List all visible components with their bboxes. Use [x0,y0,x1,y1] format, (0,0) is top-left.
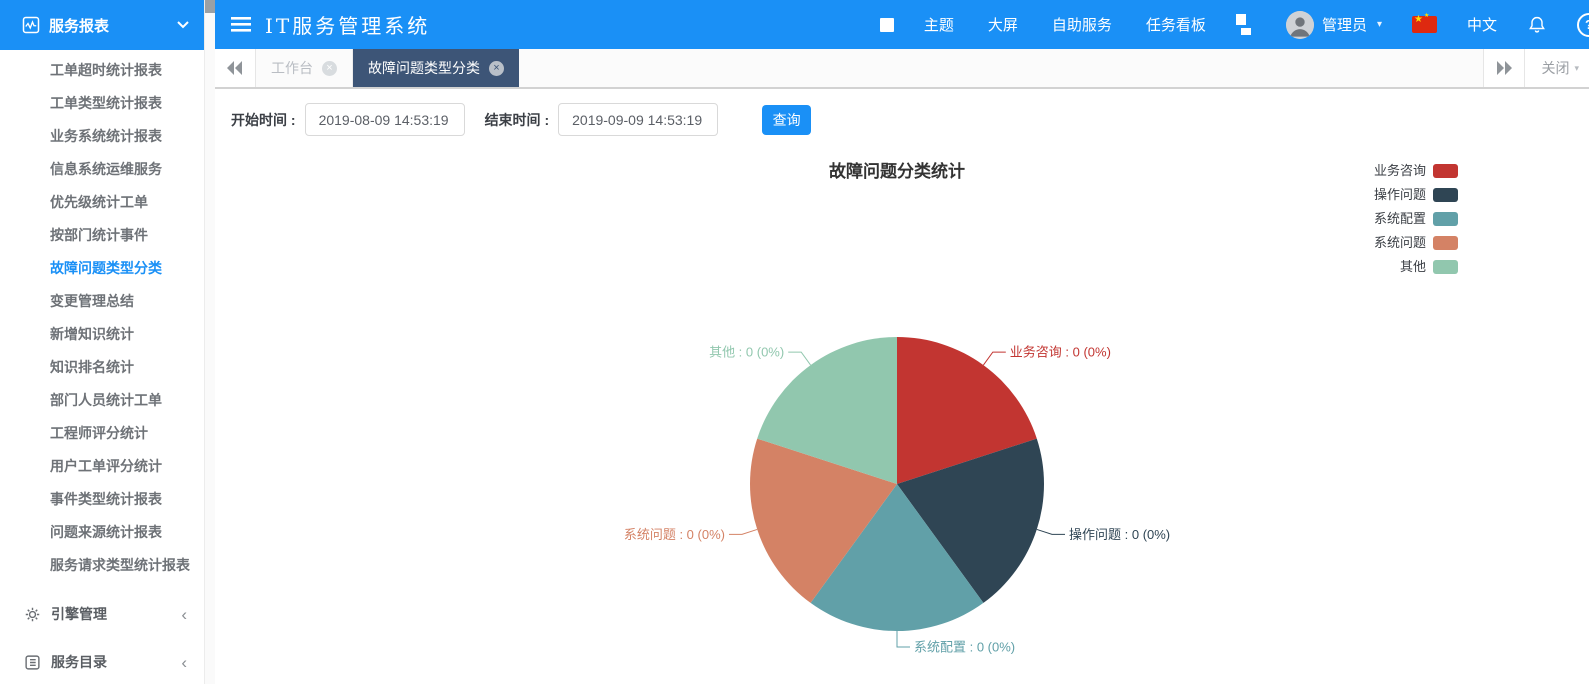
end-time-label: 结束时间 : [485,110,550,130]
close-tabs-label: 关闭 [1541,58,1569,78]
legend-swatch-2[interactable] [1433,212,1458,226]
help-icon[interactable]: ? [1577,13,1589,37]
pie-label-1: 操作问题 : 0 (0%) [1069,527,1170,542]
sidebar-item-10[interactable]: 部门人员统计工单 [0,384,205,417]
sidebar-item-9[interactable]: 知识排名统计 [0,351,205,384]
sidebar-section-engine[interactable]: 引擎管理 ‹ [0,594,205,634]
sidebar-section-label: 引擎管理 [51,604,107,624]
navbar-right-cluster: 主题 大屏 自助服务 任务看板 管理员 ▾ ★★ 中文 ? [880,11,1589,39]
sidebar-header-label: 服务报表 [49,15,109,36]
sidebar-header-service-report[interactable]: 服务报表 [0,0,205,50]
caret-down-icon: ▾ [1377,19,1382,30]
tabs: 工作台 × 故障问题类型分类 × [256,49,519,87]
sidebar-item-2[interactable]: 业务系统统计报表 [0,120,205,153]
list-icon [24,654,41,671]
bell-icon[interactable] [1527,15,1547,35]
navbar-menu: 主题 大屏 自助服务 任务看板 [924,14,1206,35]
tab-label: 故障问题类型分类 [368,58,480,78]
double-chevron-right-icon [1496,61,1512,75]
legend-label-2[interactable]: 系统配置 [1374,211,1426,226]
sidebar-item-3[interactable]: 信息系统运维服务 [0,153,205,186]
pie-label-line-3 [729,529,757,534]
pie-label-line-0 [983,352,1005,365]
gear-icon [24,606,41,623]
sidebar-item-6[interactable]: 故障问题类型分类 [0,252,205,285]
pie-label-3: 系统问题 : 0 (0%) [624,527,725,542]
filter-row: 开始时间 : 结束时间 : 查询 [231,103,811,136]
app-window: 服务报表 工单超时统计报表工单类型统计报表业务系统统计报表信息系统运维服务优先级… [0,0,1589,684]
double-chevron-left-icon [227,61,243,75]
pie-chart: 故障问题分类统计 业务咨询操作问题系统配置系统问题其他业务咨询 : 0 (0%) 操… [215,89,1589,684]
tab-scroll-left-button[interactable] [215,49,256,87]
tab-label: 工作台 [271,58,313,78]
query-button[interactable]: 查询 [762,105,811,135]
sidebar-item-5[interactable]: 按部门统计事件 [0,219,205,252]
sidebar-item-11[interactable]: 工程师评分统计 [0,417,205,450]
tab-1[interactable]: 故障问题类型分类 × [353,49,519,87]
avatar[interactable] [1286,11,1314,39]
sidebar-scrollbar[interactable] [204,0,215,684]
legend-label-4[interactable]: 其他 [1400,259,1426,274]
nav-item-1[interactable]: 大屏 [988,14,1018,35]
legend-swatch-0[interactable] [1433,164,1458,178]
chevron-left-icon: ‹ [181,606,187,623]
sidebar-menu: 工单超时统计报表工单类型统计报表业务系统统计报表信息系统运维服务优先级统计工单按… [0,50,205,582]
legend-swatch-1[interactable] [1433,188,1458,202]
pie-label-line-4 [788,352,810,365]
nav-item-3[interactable]: 任务看板 [1146,14,1206,35]
sidebar-item-14[interactable]: 问题来源统计报表 [0,516,205,549]
flag-star-large: ★ [1414,14,1423,25]
sidebar-item-12[interactable]: 用户工单评分统计 [0,450,205,483]
tab-close-icon[interactable]: × [322,61,337,76]
sidebar-item-1[interactable]: 工单类型统计报表 [0,87,205,120]
caret-down-icon: ▾ [1574,63,1579,74]
nav-item-2[interactable]: 自助服务 [1052,14,1112,35]
tab-close-icon[interactable]: × [489,61,504,76]
legend-label-1[interactable]: 操作问题 [1374,187,1426,202]
start-time-label: 开始时间 : [231,110,296,130]
main-content: 故障问题分类统计 业务咨询操作问题系统配置系统问题其他业务咨询 : 0 (0%) 操… [215,89,1589,684]
legend-label-3[interactable]: 系统问题 [1374,235,1426,250]
pie-label-0: 业务咨询 : 0 (0%) [1010,345,1111,360]
top-navbar: IT服务管理系统 主题 大屏 自助服务 任务看板 管理员 ▾ ★★ 中文 ? [215,0,1589,49]
sidebar-item-7[interactable]: 变更管理总结 [0,285,205,318]
sidebar: 服务报表 工单超时统计报表工单类型统计报表业务系统统计报表信息系统运维服务优先级… [0,0,215,684]
hamburger-icon[interactable] [231,17,251,32]
sidebar-section-label: 服务目录 [51,652,107,672]
chevron-left-icon: ‹ [181,654,187,671]
legend-label-0[interactable]: 业务咨询 [1374,163,1426,178]
sidebar-item-13[interactable]: 事件类型统计报表 [0,483,205,516]
chevron-down-icon [177,21,189,29]
pie-label-line-1 [1037,529,1065,534]
sidebar-item-0[interactable]: 工单超时统计报表 [0,54,205,87]
close-tabs-button[interactable]: 关闭 ▾ [1524,49,1589,87]
pie-label-2: 系统配置 : 0 (0%) [914,640,1015,655]
legend-swatch-4[interactable] [1433,260,1458,274]
pie-label-line-2 [897,631,910,647]
tab-0[interactable]: 工作台 × [256,49,353,87]
app-title: IT服务管理系统 [265,10,430,39]
flag-star-small: ★ [1424,12,1429,19]
sidebar-item-4[interactable]: 优先级统计工单 [0,186,205,219]
legend-swatch-3[interactable] [1433,236,1458,250]
fullscreen-icon[interactable] [880,18,894,32]
sidebar-item-8[interactable]: 新增知识统计 [0,318,205,351]
tab-scroll-right-button[interactable] [1483,49,1524,87]
dashboard-grid-icon[interactable] [1236,14,1256,35]
pie-label-4: 其他 : 0 (0%) [709,345,784,360]
chart-title: 故障问题分类统计 [829,161,965,181]
flag-china-icon[interactable]: ★★ [1412,16,1437,33]
sidebar-section-catalog[interactable]: 服务目录 ‹ [0,642,205,682]
sidebar-scrollbar-thumb[interactable] [205,0,215,13]
nav-item-0[interactable]: 主题 [924,14,954,35]
user-menu[interactable]: 管理员 ▾ [1286,11,1382,39]
tab-bar: 工作台 × 故障问题类型分类 × 关闭 ▾ [215,49,1589,89]
sidebar-item-15[interactable]: 服务请求类型统计报表 [0,549,205,582]
pulse-chart-icon [22,16,40,34]
user-name-label: 管理员 [1322,14,1367,35]
end-time-input[interactable] [558,103,718,136]
language-switch[interactable]: 中文 [1467,14,1497,35]
start-time-input[interactable] [305,103,465,136]
